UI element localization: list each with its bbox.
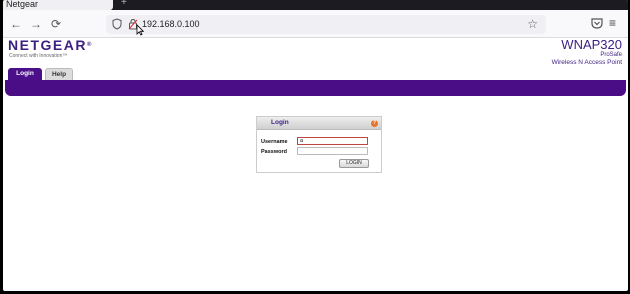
help-icon[interactable]: ? — [371, 120, 378, 127]
url-text[interactable]: 192.168.0.100 — [142, 18, 200, 31]
login-button[interactable]: LOGIN — [339, 159, 369, 168]
forward-button[interactable]: → — [27, 15, 45, 33]
pocket-icon[interactable] — [590, 16, 604, 30]
netgear-logo: NETGEAR® — [8, 38, 93, 53]
tab-login[interactable]: Login — [8, 68, 42, 80]
netgear-header: NETGEAR® Connect with Innovation™ WNAP32… — [3, 38, 628, 68]
logo-tagline: Connect with Innovation™ — [9, 53, 68, 59]
browser-window: Netgear + ← → ⟳ 192.168.0.100 ☆ ≡ NETGEA… — [3, 0, 628, 291]
browser-tab-title: Netgear — [6, 0, 39, 9]
reload-button[interactable]: ⟳ — [47, 15, 65, 33]
tab-help[interactable]: Help — [45, 68, 73, 80]
logo-registered-mark: ® — [86, 42, 93, 48]
url-bar[interactable]: 192.168.0.100 ☆ — [106, 15, 546, 34]
new-tab-button[interactable]: + — [121, 0, 127, 8]
hamburger-menu-icon[interactable]: ≡ — [609, 15, 616, 31]
logo-text: NETGEAR — [8, 37, 87, 53]
browser-tab[interactable]: Netgear — [3, 0, 113, 10]
tab-strip: Netgear + — [3, 0, 628, 10]
shield-icon[interactable] — [112, 18, 122, 30]
username-label: Username — [261, 139, 288, 145]
mouse-cursor-icon — [136, 24, 144, 36]
bookmark-star-icon[interactable]: ☆ — [527, 16, 538, 32]
login-panel-header: Login ? — [257, 117, 381, 130]
navigation-bar: ← → ⟳ 192.168.0.100 ☆ ≡ — [3, 10, 628, 38]
purple-banner — [5, 80, 626, 96]
login-panel-title: Login — [271, 119, 289, 126]
password-label: Password — [261, 149, 287, 155]
password-field[interactable] — [297, 147, 368, 155]
username-field[interactable]: a — [297, 137, 368, 145]
product-line: ProSafe — [600, 52, 622, 58]
product-model: WNAP320 — [561, 37, 622, 52]
login-panel: Login ? Username a Password LOGIN — [256, 116, 382, 173]
product-description: Wireless N Access Point — [551, 59, 622, 66]
back-button[interactable]: ← — [7, 15, 25, 33]
